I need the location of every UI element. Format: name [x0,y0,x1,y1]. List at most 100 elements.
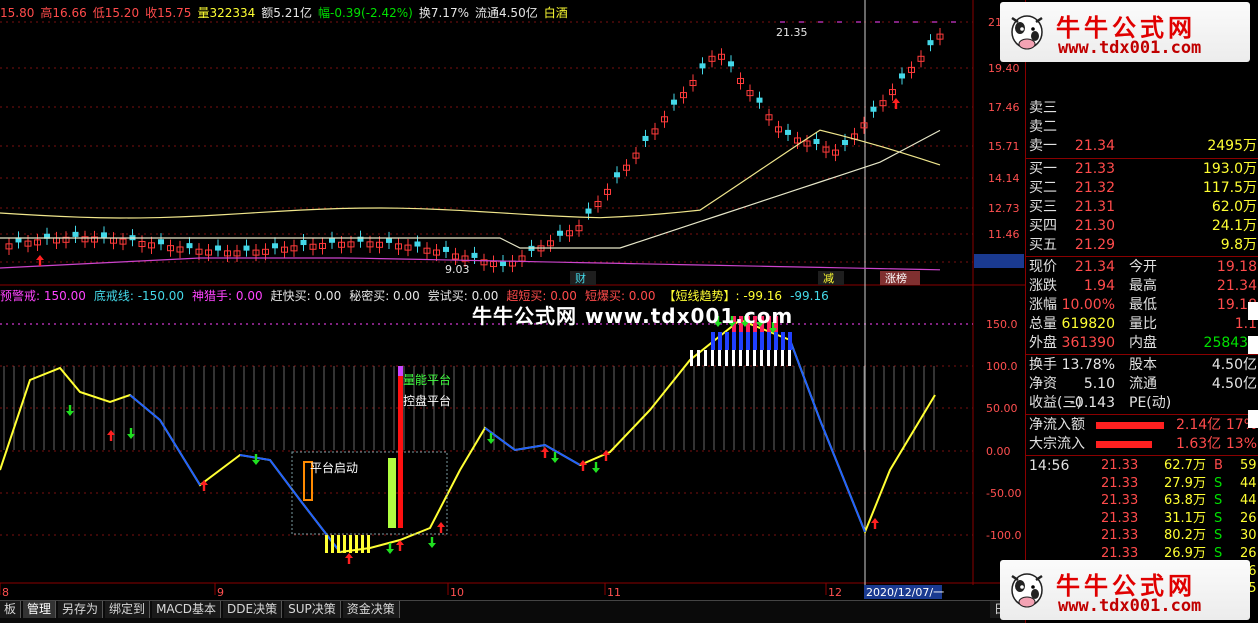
quote-field-value: 5.10 [1083,376,1115,392]
candles [5,28,944,273]
candle-body [585,208,592,214]
stat-item: 15.80 [0,6,35,20]
flow-pct: 13% [1225,436,1257,452]
separator [1026,256,1258,257]
tick-side: S [1214,510,1223,526]
quote-field-row: 换手 13.78% 股本 4.50亿 [1026,356,1258,375]
scroll-block[interactable] [1248,336,1258,354]
buy-level-row: 买二 21.32 117.5万 [1026,179,1258,198]
price-axis-label: 14.14 [988,172,1020,185]
stripe-bar-blue [711,332,715,350]
stripe-bar [337,535,340,553]
indicator-axis-label: 50.00 [986,402,1018,415]
buy-arrow-icon [437,522,445,533]
stripe-bar-blue [732,332,736,350]
indicator-curve-down [484,427,581,466]
bottom-tab[interactable]: 管理 [23,601,57,618]
price-axis-label: 12.73 [988,202,1020,215]
cow-logo-icon [1011,573,1043,608]
indicator-axis-label: -50.00 [986,487,1021,500]
candle-body [728,61,734,67]
buy-arrow-icon [871,518,879,529]
chart-area[interactable]: 21.19.4017.4615.7114.1412.7311.469.70150… [0,0,1025,600]
stripe-bar [718,350,721,366]
tick-row: 21.33 27.9万 S 44 [1026,475,1258,493]
buy-level-price: 21.33 [1074,161,1115,177]
logo-banner-bottom: 牛牛公式网 www.tdx001.com [1000,560,1250,620]
indicator-legend-item: 神猎手: 0.00 [192,289,263,303]
quote-field-value: 21.34 [1216,278,1257,294]
buy-level-row: 买三 21.31 62.0万 [1026,198,1258,217]
candle-body [813,138,820,145]
bottom-tab[interactable]: 资金决策 [342,601,400,618]
tick-count: 44 [1240,475,1257,491]
event-marker-label: 涨榜 [885,271,907,285]
volume-bar-green [388,458,396,528]
stripe-bar [331,535,334,553]
stripe-bar [704,350,707,366]
quote-field-value: 361390 [1061,335,1115,351]
quote-field-row: 涨幅 10.00% 最低 19.18 [1026,296,1258,315]
stripe-bar [343,535,346,553]
scroll-block[interactable] [1248,410,1258,428]
tick-volume: 80.2万 [1164,528,1206,544]
quote-field-label: 现价 [1029,259,1057,275]
buy-arrow-icon [892,98,900,109]
quote-field-label: 最低 [1129,297,1157,313]
bottom-tab[interactable]: SUP决策 [284,601,341,618]
stripe-bar [725,350,728,366]
quote-field-label: 外盘 [1029,335,1057,351]
logo-url-text: www.tdx001.com [1058,596,1202,616]
buy-level-volume: 24.1万 [1211,218,1257,234]
candle-body [756,97,763,103]
buy-level-label: 买五 [1029,237,1057,253]
bottom-tab[interactable]: DDE决策 [223,601,283,618]
tick-volume: 31.1万 [1164,510,1206,526]
tick-row: 21.33 63.8万 S 44 [1026,492,1258,510]
indicator-legend-item: 底戒线: -150.00 [93,289,185,303]
buy-level-price: 21.29 [1074,237,1115,253]
sell-level-row: 卖三 [1026,99,1258,118]
price-axis-label: 11.46 [988,228,1020,241]
stripe-bar [355,535,358,553]
date-axis-label: 10 [450,586,464,599]
tick-side: S [1214,493,1223,509]
tick-side: S [1214,528,1223,544]
bottom-tab-bar: 板管理另存为绑定到MACD基本DDE决策SUP决策资金决策日线 [0,600,1025,623]
bottom-tab[interactable]: 板 [0,601,22,618]
quote-field-value: 10.00% [1061,297,1115,313]
stat-item: 低15.20 [92,6,140,20]
candle-body [614,172,620,178]
buy-arrow-icon [541,447,549,458]
indicator-axis-label: 0.00 [986,445,1011,458]
stripe-bar-blue [767,332,771,350]
stat-item: 流通4.50亿 [474,6,538,20]
quote-field-label: 今开 [1129,259,1157,275]
candle-body [272,243,278,249]
sell-arrow-icon [386,543,394,554]
candle-body [300,239,307,246]
sell-arrow-icon [551,452,559,463]
stripe-bar-blue [753,332,757,350]
sell-level-label: 卖一 [1029,138,1057,154]
buy-level-price: 21.32 [1074,180,1115,196]
indicator-legend-item: 赶快买: 0.00 [270,289,342,303]
quote-field-label: 流通 [1129,376,1157,392]
flow-label: 大宗流入 [1029,436,1085,452]
stripe-bar-blue [781,332,785,350]
quote-field-value: 21.34 [1074,259,1115,275]
bottom-tab[interactable]: MACD基本 [152,601,222,618]
stripe-bar [753,350,756,366]
bottom-tab[interactable]: 另存为 [58,601,104,618]
quote-panel: 卖三 卖二 卖一 21.34 2495万 买一 21.33 193.0万 买二 21.32 117.… [1025,0,1258,623]
candle-body [671,99,677,105]
event-marker-label: 减 [823,272,834,285]
scroll-block[interactable] [1248,302,1258,320]
indicator-axis-label: 150.0 [986,318,1018,331]
flow-value: 2.14亿 [1176,417,1222,433]
date-axis-label: 9 [217,586,224,599]
stripe-bar [746,350,749,366]
bottom-tab[interactable]: 绑定到 [105,601,151,618]
buy-level-label: 买一 [1029,161,1057,177]
quote-field-value: 1.94 [1083,278,1115,294]
